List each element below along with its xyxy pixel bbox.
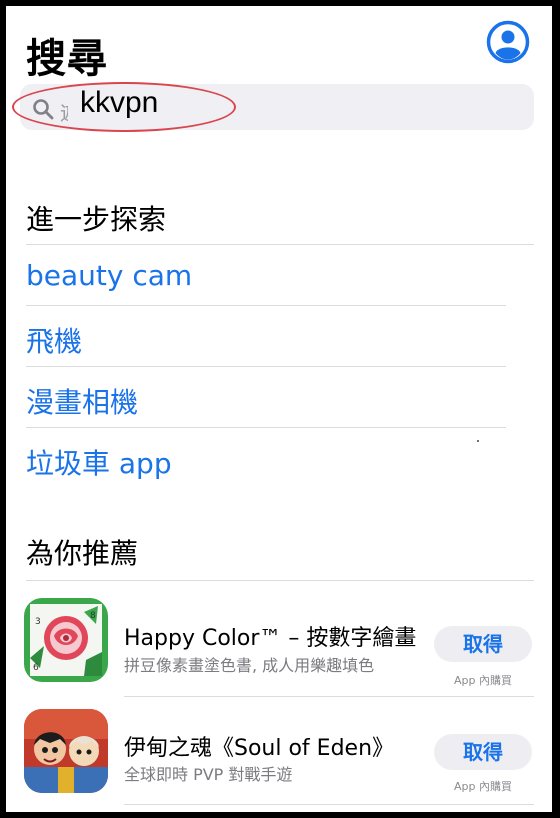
- divider: [26, 244, 534, 245]
- suggestion-link[interactable]: 飛機: [26, 320, 82, 360]
- svg-text:6: 6: [33, 663, 39, 673]
- divider: [26, 580, 534, 581]
- in-app-purchase-label: App 內購買: [454, 780, 512, 793]
- divider: [26, 305, 506, 306]
- person-circle-icon[interactable]: [486, 20, 530, 64]
- divider: [124, 804, 534, 805]
- svg-text:3: 3: [35, 617, 41, 627]
- suggestion-link[interactable]: 漫畫相機: [26, 381, 138, 421]
- app-name[interactable]: 伊甸之魂《Soul of Eden》: [124, 730, 424, 762]
- get-button[interactable]: 取得: [434, 626, 532, 662]
- get-button[interactable]: 取得: [434, 734, 532, 770]
- happy-color-app-icon[interactable]: 3 8 6: [24, 598, 108, 682]
- discover-section-title: 進一步探索: [26, 203, 167, 236]
- divider: [124, 696, 534, 697]
- divider: [26, 366, 506, 367]
- recommended-section-title: 為你推薦: [26, 537, 139, 570]
- suggestion-link[interactable]: 垃圾車 app: [26, 442, 172, 482]
- red-ellipse-annotation: [12, 82, 236, 132]
- app-name[interactable]: Happy Color™ – 按數字繪畫: [124, 620, 424, 652]
- app-store-search-screen: 搜尋 遊 kkvpn 進一步探索 beauty cam 飛機 漫畫相機 垃圾車 …: [6, 6, 552, 812]
- page-title: 搜尋: [26, 36, 108, 82]
- app-subtitle: 拼豆像素畫塗色書, 成人用樂趣填色: [124, 656, 375, 675]
- stray-dot: [477, 440, 479, 442]
- in-app-purchase-label: App 內購買: [454, 674, 512, 687]
- divider: [26, 427, 506, 428]
- suggestion-link[interactable]: beauty cam: [26, 259, 192, 292]
- app-subtitle: 全球即時 PVP 對戰手遊: [124, 765, 293, 784]
- svg-text:8: 8: [90, 611, 96, 621]
- soul-of-eden-app-icon[interactable]: [24, 709, 108, 793]
